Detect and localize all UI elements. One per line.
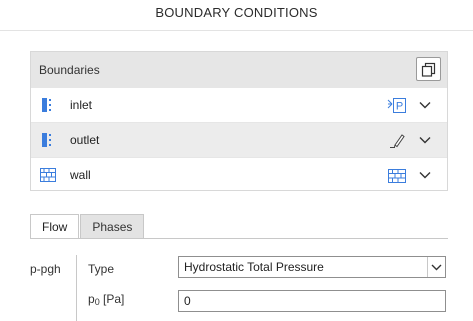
tab-phases[interactable]: Phases [80,214,145,239]
p0-input[interactable] [178,290,446,312]
boundary-label: outlet [70,133,100,147]
type-select-value: Hydrostatic Total Pressure [184,260,324,274]
tab-flow[interactable]: Flow [30,214,80,239]
boundary-row-inlet[interactable]: inlet P [31,87,447,122]
pencil-icon [387,132,407,149]
boundary-label: inlet [70,98,93,112]
copy-icon [421,62,436,77]
boundary-label: wall [70,168,91,182]
wall-icon [387,167,407,184]
field-group-divider [76,255,77,321]
boundaries-header: Boundaries [31,52,447,87]
type-icon-text: P [396,101,403,113]
patch-icon [40,132,56,148]
chevron-down-icon[interactable] [418,168,432,182]
p0-label-symbol: p [88,292,95,306]
patch-icon [40,97,56,113]
type-select[interactable]: Hydrostatic Total Pressure [178,256,446,278]
pressure-inlet-icon: P [387,97,407,114]
p0-label-subscript: 0 [94,297,100,307]
field-group-label: p-pgh [30,262,61,276]
boundary-row-outlet[interactable]: outlet [31,122,447,157]
wall-icon [40,167,56,183]
boundaries-list: Boundaries inlet P outlet wall [30,51,448,191]
p0-label: p0 [Pa] [88,292,124,307]
chevron-down-icon[interactable] [418,133,432,147]
title-divider [0,30,473,31]
tab-bar: Flow Phases [30,214,145,239]
type-label: Type [88,262,115,276]
panel-title: BOUNDARY CONDITIONS [155,5,318,20]
boundaries-header-label: Boundaries [39,62,100,77]
chevron-down-icon [427,257,445,277]
p0-label-unit: [Pa] [103,292,125,306]
copy-button[interactable] [416,57,441,81]
boundary-row-wall[interactable]: wall [31,157,447,192]
tab-divider [30,238,448,239]
chevron-down-icon[interactable] [418,98,432,112]
